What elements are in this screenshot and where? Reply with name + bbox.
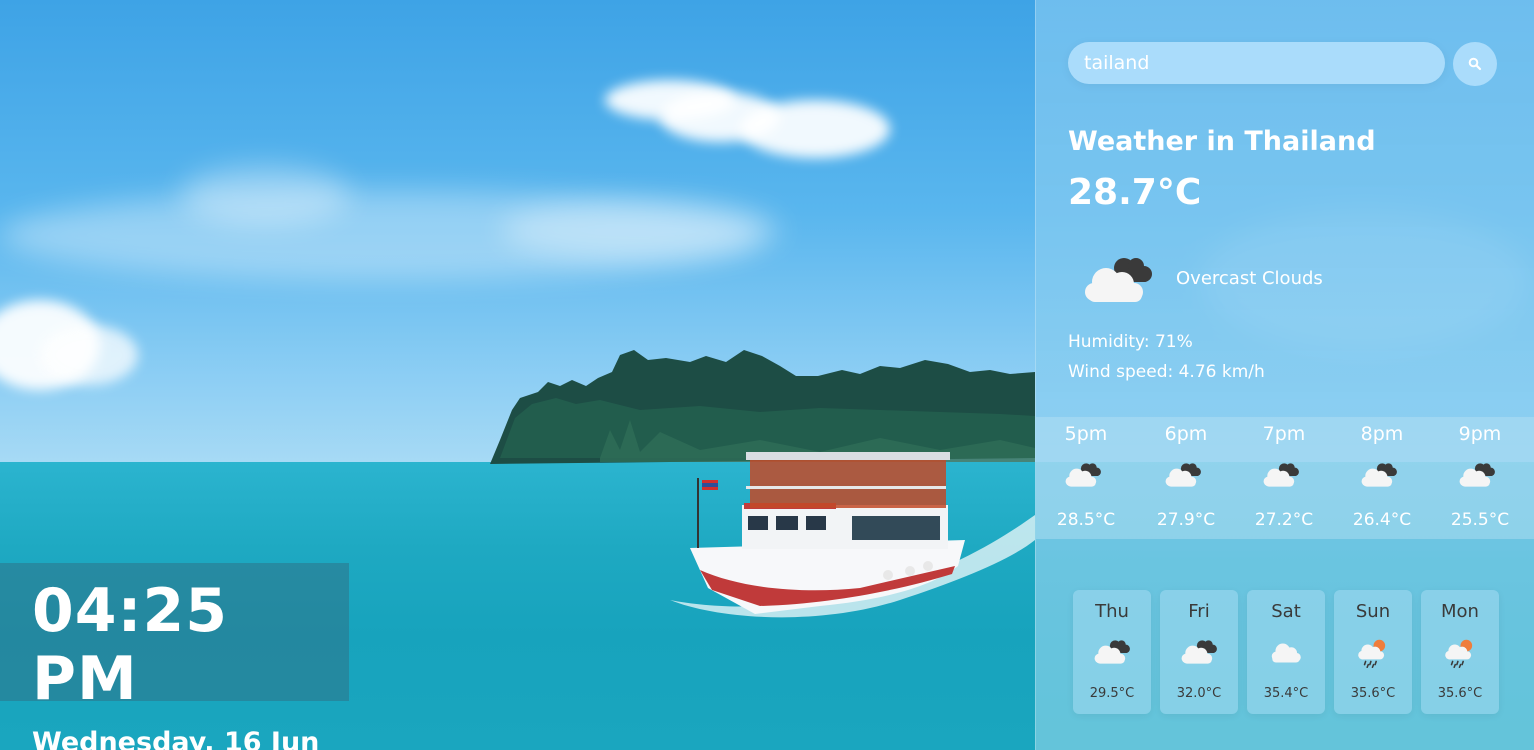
- hourly-item: 9pm 25.5°C: [1430, 417, 1530, 539]
- cloud-icon: [1271, 643, 1301, 663]
- overcast-clouds-icon: [1085, 258, 1152, 302]
- rain-sun-icon: [1358, 639, 1386, 668]
- search-input[interactable]: [1068, 42, 1445, 84]
- hourly-forecast: 5pm 28.5°C 6pm 27.9°C 7pm 27.2°C 8pm 26.…: [1036, 417, 1534, 539]
- hour-temp: 28.5°C: [1056, 510, 1116, 530]
- weather-panel: Weather in Thailand 28.7°C Overcast Clou…: [1035, 0, 1534, 750]
- location-title: Weather in Thailand: [1068, 126, 1376, 157]
- overcast-clouds-icon: [1361, 463, 1397, 487]
- overcast-clouds-icon: [1094, 640, 1130, 664]
- search-bar: [1068, 42, 1498, 86]
- day-temp: 35.4°C: [1263, 686, 1309, 701]
- daily-card-thu[interactable]: Thu 29.5°C: [1073, 590, 1151, 714]
- hour-temp: 26.4°C: [1352, 510, 1412, 530]
- hour-time: 8pm: [1360, 423, 1404, 445]
- overcast-clouds-icon: [1263, 463, 1299, 487]
- search-button[interactable]: [1453, 42, 1497, 86]
- day-name: Sun: [1355, 601, 1391, 622]
- hourly-item: 7pm 27.2°C: [1234, 417, 1334, 539]
- day-name: Thu: [1095, 601, 1129, 622]
- hour-temp: 27.2°C: [1254, 510, 1314, 530]
- hour-time: 5pm: [1064, 423, 1108, 445]
- daily-card-mon[interactable]: Mon 35.6°C: [1421, 590, 1499, 714]
- daily-card-fri[interactable]: Fri 32.0°C: [1160, 590, 1238, 714]
- current-temperature: 28.7°C: [1068, 172, 1202, 213]
- hourly-item: 6pm 27.9°C: [1136, 417, 1236, 539]
- hourly-item: 5pm 28.5°C: [1036, 417, 1136, 539]
- overcast-clouds-icon: [1459, 463, 1495, 487]
- daily-card-sat[interactable]: Sat 35.4°C: [1247, 590, 1325, 714]
- hour-time: 6pm: [1164, 423, 1208, 445]
- day-name: Sat: [1271, 601, 1301, 622]
- humidity: Humidity: 71%: [1068, 332, 1193, 352]
- hour-temp: 27.9°C: [1156, 510, 1216, 530]
- day-temp: 35.6°C: [1437, 686, 1483, 701]
- overcast-clouds-icon: [1065, 463, 1101, 487]
- day-name: Fri: [1188, 601, 1210, 622]
- day-temp: 29.5°C: [1089, 686, 1135, 701]
- daily-card-sun[interactable]: Sun 35.6°C: [1334, 590, 1412, 714]
- overcast-clouds-icon: [1181, 640, 1217, 664]
- wind-speed: Wind speed: 4.76 km/h: [1068, 362, 1265, 382]
- overcast-clouds-icon: [1165, 463, 1201, 487]
- hour-time: 7pm: [1262, 423, 1306, 445]
- weather-condition: Overcast Clouds: [1176, 268, 1323, 289]
- clock-time: 04:25 PM: [32, 576, 228, 714]
- hour-time: 9pm: [1458, 423, 1502, 445]
- hourly-item: 8pm 26.4°C: [1332, 417, 1432, 539]
- clock-panel: 04:25 PM Wednesday, 16 Jun: [0, 563, 349, 750]
- search-icon: [1468, 57, 1482, 71]
- hour-temp: 25.5°C: [1450, 510, 1510, 530]
- day-temp: 35.6°C: [1350, 686, 1396, 701]
- rain-sun-icon: [1445, 639, 1473, 668]
- day-name: Mon: [1441, 601, 1479, 622]
- clock-date: Wednesday, 16 Jun: [32, 727, 320, 750]
- day-temp: 32.0°C: [1176, 686, 1222, 701]
